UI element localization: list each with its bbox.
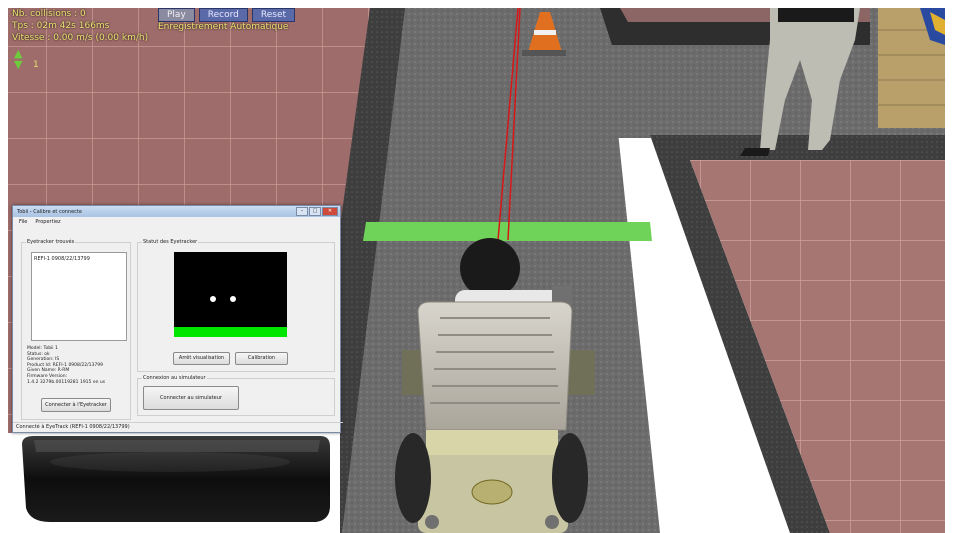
arrow-count: 1 <box>33 60 39 70</box>
auto-recording-label: Enregistrement Automatique <box>158 22 289 32</box>
direction-arrows: ▲ ▼ <box>14 48 22 70</box>
menu-file[interactable]: File <box>19 219 27 225</box>
window-title: Tobii - Calibre et connecte <box>17 208 82 215</box>
hud-stats: Nb. collisions : 0 Tps : 02m 42s 166ms V… <box>12 8 148 44</box>
firmware-value: 1.4.2 3279b.00119281 1915 en us <box>27 379 106 385</box>
stop-visualisation-button[interactable]: Arrêt visualisation <box>173 352 230 365</box>
arrow-down-icon: ▼ <box>14 58 23 71</box>
eyetracker-group-label: Eyetracker trouvés <box>26 239 76 245</box>
eyetracker-list-item[interactable]: REFI-1 0908/22/13799 <box>34 256 90 262</box>
calibration-button[interactable]: Calibration <box>235 352 288 365</box>
simulator-group-label: Connexion au simulateur <box>142 375 207 381</box>
status-bar: Connecté à EyeTrack (REFI-1 0908/22/1379… <box>13 422 343 432</box>
window-titlebar[interactable]: Tobii - Calibre et connecte – □ ✕ <box>13 206 340 217</box>
speed-readout: Vitesse : 0.00 m/s (0.00 km/h) <box>12 33 149 43</box>
connect-simulator-button[interactable]: Connecter au simulateur <box>143 386 239 410</box>
track-quality-bar <box>174 327 287 337</box>
minimize-button[interactable]: – <box>296 207 308 216</box>
close-button[interactable]: ✕ <box>322 207 338 216</box>
play-button[interactable]: Play <box>158 8 195 22</box>
status-group-label: Statut des Eyetracker <box>142 239 199 245</box>
eye-track-box <box>174 252 287 337</box>
reset-button[interactable]: Reset <box>251 8 296 22</box>
eyetracker-list[interactable]: REFI-1 0908/22/13799 <box>31 252 127 341</box>
right-eye-dot <box>230 296 236 302</box>
menu-properties[interactable]: Propertiez <box>35 219 60 225</box>
hud-controls: Play Record Reset <box>158 8 296 22</box>
eyetracker-info: Model: Tobii 1 Status: ok Generation: IS… <box>27 346 105 385</box>
menu-bar: File Propertiez <box>13 217 340 226</box>
record-button[interactable]: Record <box>198 8 248 22</box>
connect-eyetracker-button[interactable]: Connecter à l'Eyetracker <box>41 398 111 412</box>
collisions-counter: Nb. collisions : 0 <box>12 9 86 19</box>
left-eye-dot <box>210 296 216 302</box>
maximize-button[interactable]: □ <box>309 207 321 216</box>
tobii-window: Tobii - Calibre et connecte – □ ✕ File P… <box>12 205 343 433</box>
elapsed-time: Tps : 02m 42s 166ms <box>12 21 110 31</box>
